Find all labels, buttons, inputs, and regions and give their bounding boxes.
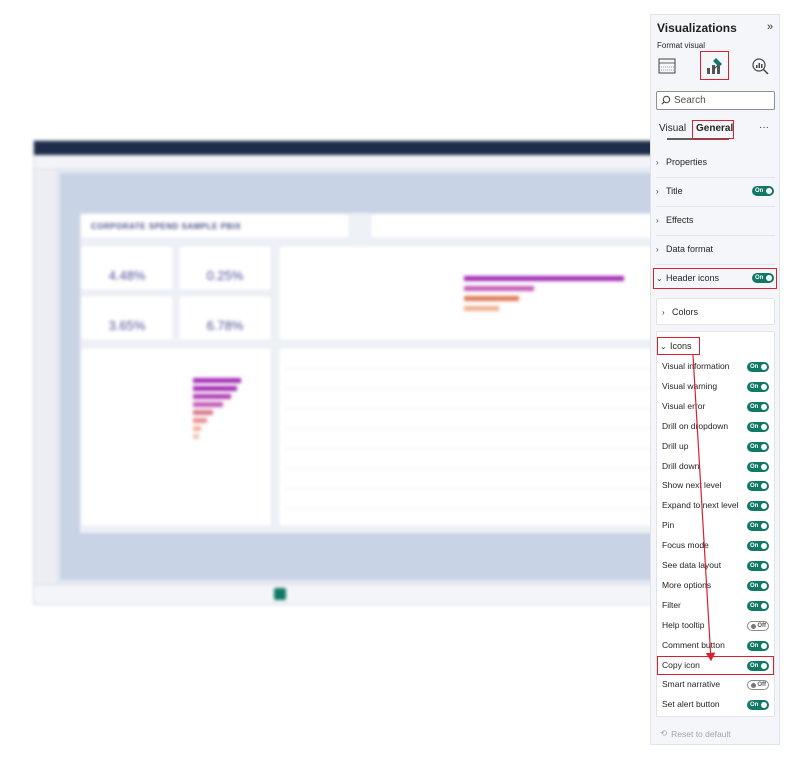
reset-icon: ⟲: [660, 728, 668, 738]
reset-label: Reset to default: [671, 728, 731, 739]
reset-to-default-button[interactable]: ⟲ Reset to default: [660, 728, 731, 739]
screenshot-root: CORPORATE SPEND SAMPLE PBIX 4.48% 0.25% …: [0, 0, 800, 760]
annotation-arrows: [692, 354, 716, 662]
